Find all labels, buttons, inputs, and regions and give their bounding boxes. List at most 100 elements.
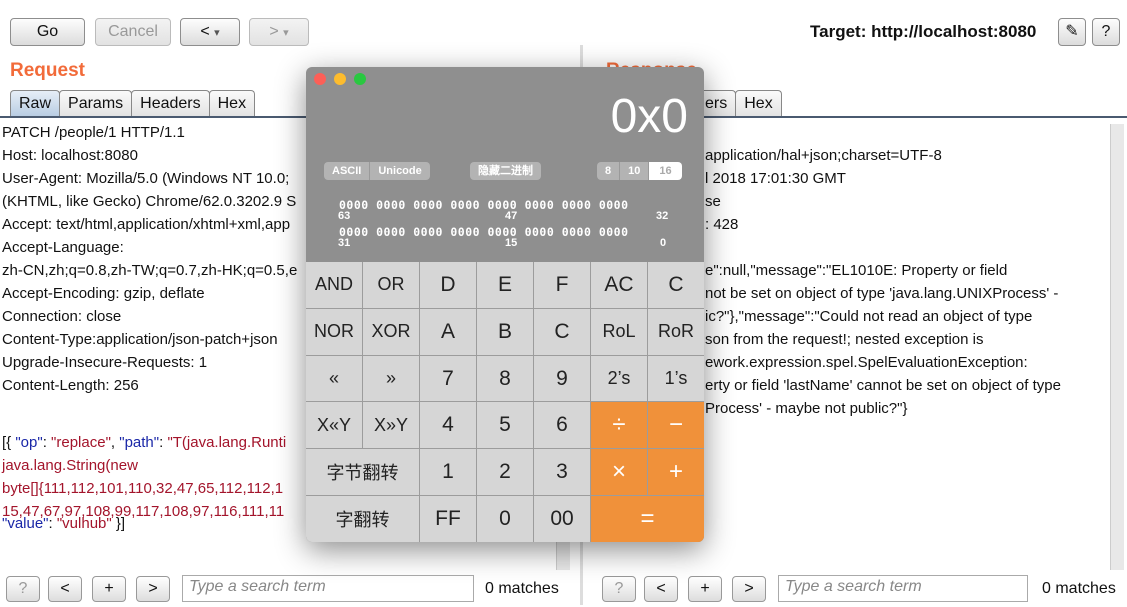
- bit-label: 31: [338, 237, 351, 249]
- back-button[interactable]: < ▾: [180, 18, 240, 46]
- calc-key[interactable]: 2: [477, 449, 533, 496]
- request-header-line: Connection: close: [2, 308, 122, 325]
- response-line: not be set on object of type 'java.lang.…: [705, 285, 1059, 302]
- calculator-keypad: AND OR D E F AC C NOR XOR A B C RoL RoR «» 7 8 9 2’s 1’s X«Y…: [306, 262, 704, 542]
- edit-target-button[interactable]: ✎: [1058, 18, 1086, 46]
- calc-key[interactable]: 9: [534, 355, 590, 402]
- calc-key[interactable]: 00: [534, 496, 590, 542]
- chevron-down-icon: ▾: [283, 27, 289, 39]
- base-10-button[interactable]: 10: [620, 162, 650, 180]
- search-input[interactable]: Type a search term: [182, 575, 474, 602]
- encoding-toggle: ASCII Unicode: [324, 162, 430, 180]
- request-body-line: [{ "op": "replace", "path": "T(java.lang…: [2, 434, 287, 451]
- tab-params[interactable]: Params: [59, 90, 133, 116]
- base-16-button[interactable]: 16: [649, 162, 682, 180]
- calc-key[interactable]: 8: [477, 355, 533, 402]
- calc-key[interactable]: D: [420, 262, 476, 308]
- unicode-button[interactable]: Unicode: [370, 162, 430, 180]
- request-header-line: User-Agent: Mozilla/5.0 (Windows NT 10.0…: [2, 170, 290, 187]
- cancel-button[interactable]: Cancel: [95, 18, 171, 46]
- search-prev-button[interactable]: <: [644, 576, 678, 602]
- calc-key[interactable]: B: [477, 308, 533, 355]
- match-count: 0 matches: [485, 580, 559, 597]
- calc-key[interactable]: C: [534, 308, 590, 355]
- calc-key[interactable]: −: [648, 402, 704, 449]
- calc-key[interactable]: 0: [477, 496, 533, 542]
- calc-key[interactable]: 1: [420, 449, 476, 496]
- calc-key[interactable]: A: [420, 308, 476, 355]
- search-prev-button[interactable]: <: [48, 576, 82, 602]
- calc-key[interactable]: E: [477, 262, 533, 308]
- response-line: Process' - maybe not public?"}: [705, 400, 908, 417]
- calc-key[interactable]: X«Y: [306, 402, 362, 449]
- request-header-line: PATCH /people/1 HTTP/1.1: [2, 124, 185, 141]
- search-input[interactable]: Type a search term: [778, 575, 1028, 602]
- response-scrollbar[interactable]: [1110, 124, 1124, 570]
- calc-key[interactable]: ×: [591, 449, 647, 496]
- go-button[interactable]: Go: [10, 18, 85, 46]
- calc-key[interactable]: RoR: [648, 308, 704, 355]
- calculator-display: 0x0: [610, 90, 688, 143]
- response-line: : 428: [705, 216, 739, 233]
- calc-key[interactable]: 2’s: [591, 355, 647, 402]
- calc-key[interactable]: NOR: [306, 308, 362, 355]
- request-header-line: Accept: text/html,application/xhtml+xml,…: [2, 216, 291, 233]
- calc-key[interactable]: AC: [591, 262, 647, 308]
- calc-key[interactable]: 3: [534, 449, 590, 496]
- calc-key[interactable]: XOR: [363, 308, 419, 355]
- ascii-button[interactable]: ASCII: [324, 162, 371, 180]
- search-next-button[interactable]: >: [732, 576, 766, 602]
- calc-key[interactable]: 4: [420, 402, 476, 449]
- calc-key[interactable]: 6: [534, 402, 590, 449]
- calc-key[interactable]: X»Y: [363, 402, 419, 449]
- bit-label: 0: [660, 237, 667, 249]
- calc-key[interactable]: 1’s: [648, 355, 704, 402]
- calc-key[interactable]: AND: [306, 262, 362, 308]
- match-count: 0 matches: [1042, 580, 1116, 597]
- search-help-button[interactable]: ?: [6, 576, 40, 602]
- response-line: e":null,"message":"EL1010E: Property or …: [705, 262, 1008, 279]
- calc-key[interactable]: FF: [420, 496, 476, 542]
- search-help-button[interactable]: ?: [602, 576, 636, 602]
- forward-button[interactable]: > ▾: [249, 18, 309, 46]
- request-header-line: Upgrade-Insecure-Requests: 1: [2, 354, 208, 371]
- request-title: Request: [10, 60, 85, 81]
- bit-label: 15: [505, 237, 518, 249]
- help-button[interactable]: ?: [1092, 18, 1120, 46]
- back-label: <: [200, 23, 210, 40]
- hide-binary-button[interactable]: 隐藏二进制: [470, 162, 541, 180]
- tab-headers[interactable]: Headers: [131, 90, 210, 116]
- calc-key[interactable]: RoL: [591, 308, 647, 355]
- base-8-button[interactable]: 8: [597, 162, 621, 180]
- response-line: ic?"},"message":"Could not read an objec…: [705, 308, 1033, 325]
- calc-key[interactable]: 5: [477, 402, 533, 449]
- request-header-line: zh-CN,zh;q=0.8,zh-TW;q=0.7,zh-HK;q=0.5,e: [2, 262, 298, 279]
- search-add-button[interactable]: +: [92, 576, 126, 602]
- close-window-button[interactable]: [314, 73, 326, 85]
- calc-key[interactable]: =: [591, 496, 704, 542]
- request-header-line: Content-Type:application/json-patch+json: [2, 331, 278, 348]
- forward-label: >: [269, 23, 279, 40]
- minimize-window-button[interactable]: [334, 73, 346, 85]
- calc-key[interactable]: F: [534, 262, 590, 308]
- calc-key[interactable]: +: [648, 449, 704, 496]
- binary-row-high[interactable]: 0000 0000 0000 0000 0000 0000 0000 0000: [339, 198, 629, 212]
- request-header-line: Content-Length: 256: [2, 377, 139, 394]
- search-add-button[interactable]: +: [688, 576, 722, 602]
- binary-row-low[interactable]: 0000 0000 0000 0000 0000 0000 0000 0000: [339, 225, 629, 239]
- calc-key[interactable]: 字翻转: [306, 496, 419, 542]
- calc-key[interactable]: «: [306, 355, 362, 402]
- zoom-window-button[interactable]: [354, 73, 366, 85]
- tab-hex[interactable]: Hex: [208, 90, 256, 116]
- request-tabs: Raw Params Headers Hex: [10, 90, 256, 116]
- calc-key[interactable]: 字节翻转: [306, 449, 419, 496]
- calc-key[interactable]: OR: [363, 262, 419, 308]
- calc-key[interactable]: »: [363, 355, 419, 402]
- calc-key[interactable]: ÷: [591, 402, 647, 449]
- tab-raw[interactable]: Raw: [10, 90, 61, 116]
- tab-hex[interactable]: Hex: [735, 90, 782, 116]
- calc-key[interactable]: C: [648, 262, 704, 308]
- target-label: Target: http://localhost:8080: [810, 22, 1037, 41]
- calc-key[interactable]: 7: [420, 355, 476, 402]
- search-next-button[interactable]: >: [136, 576, 170, 602]
